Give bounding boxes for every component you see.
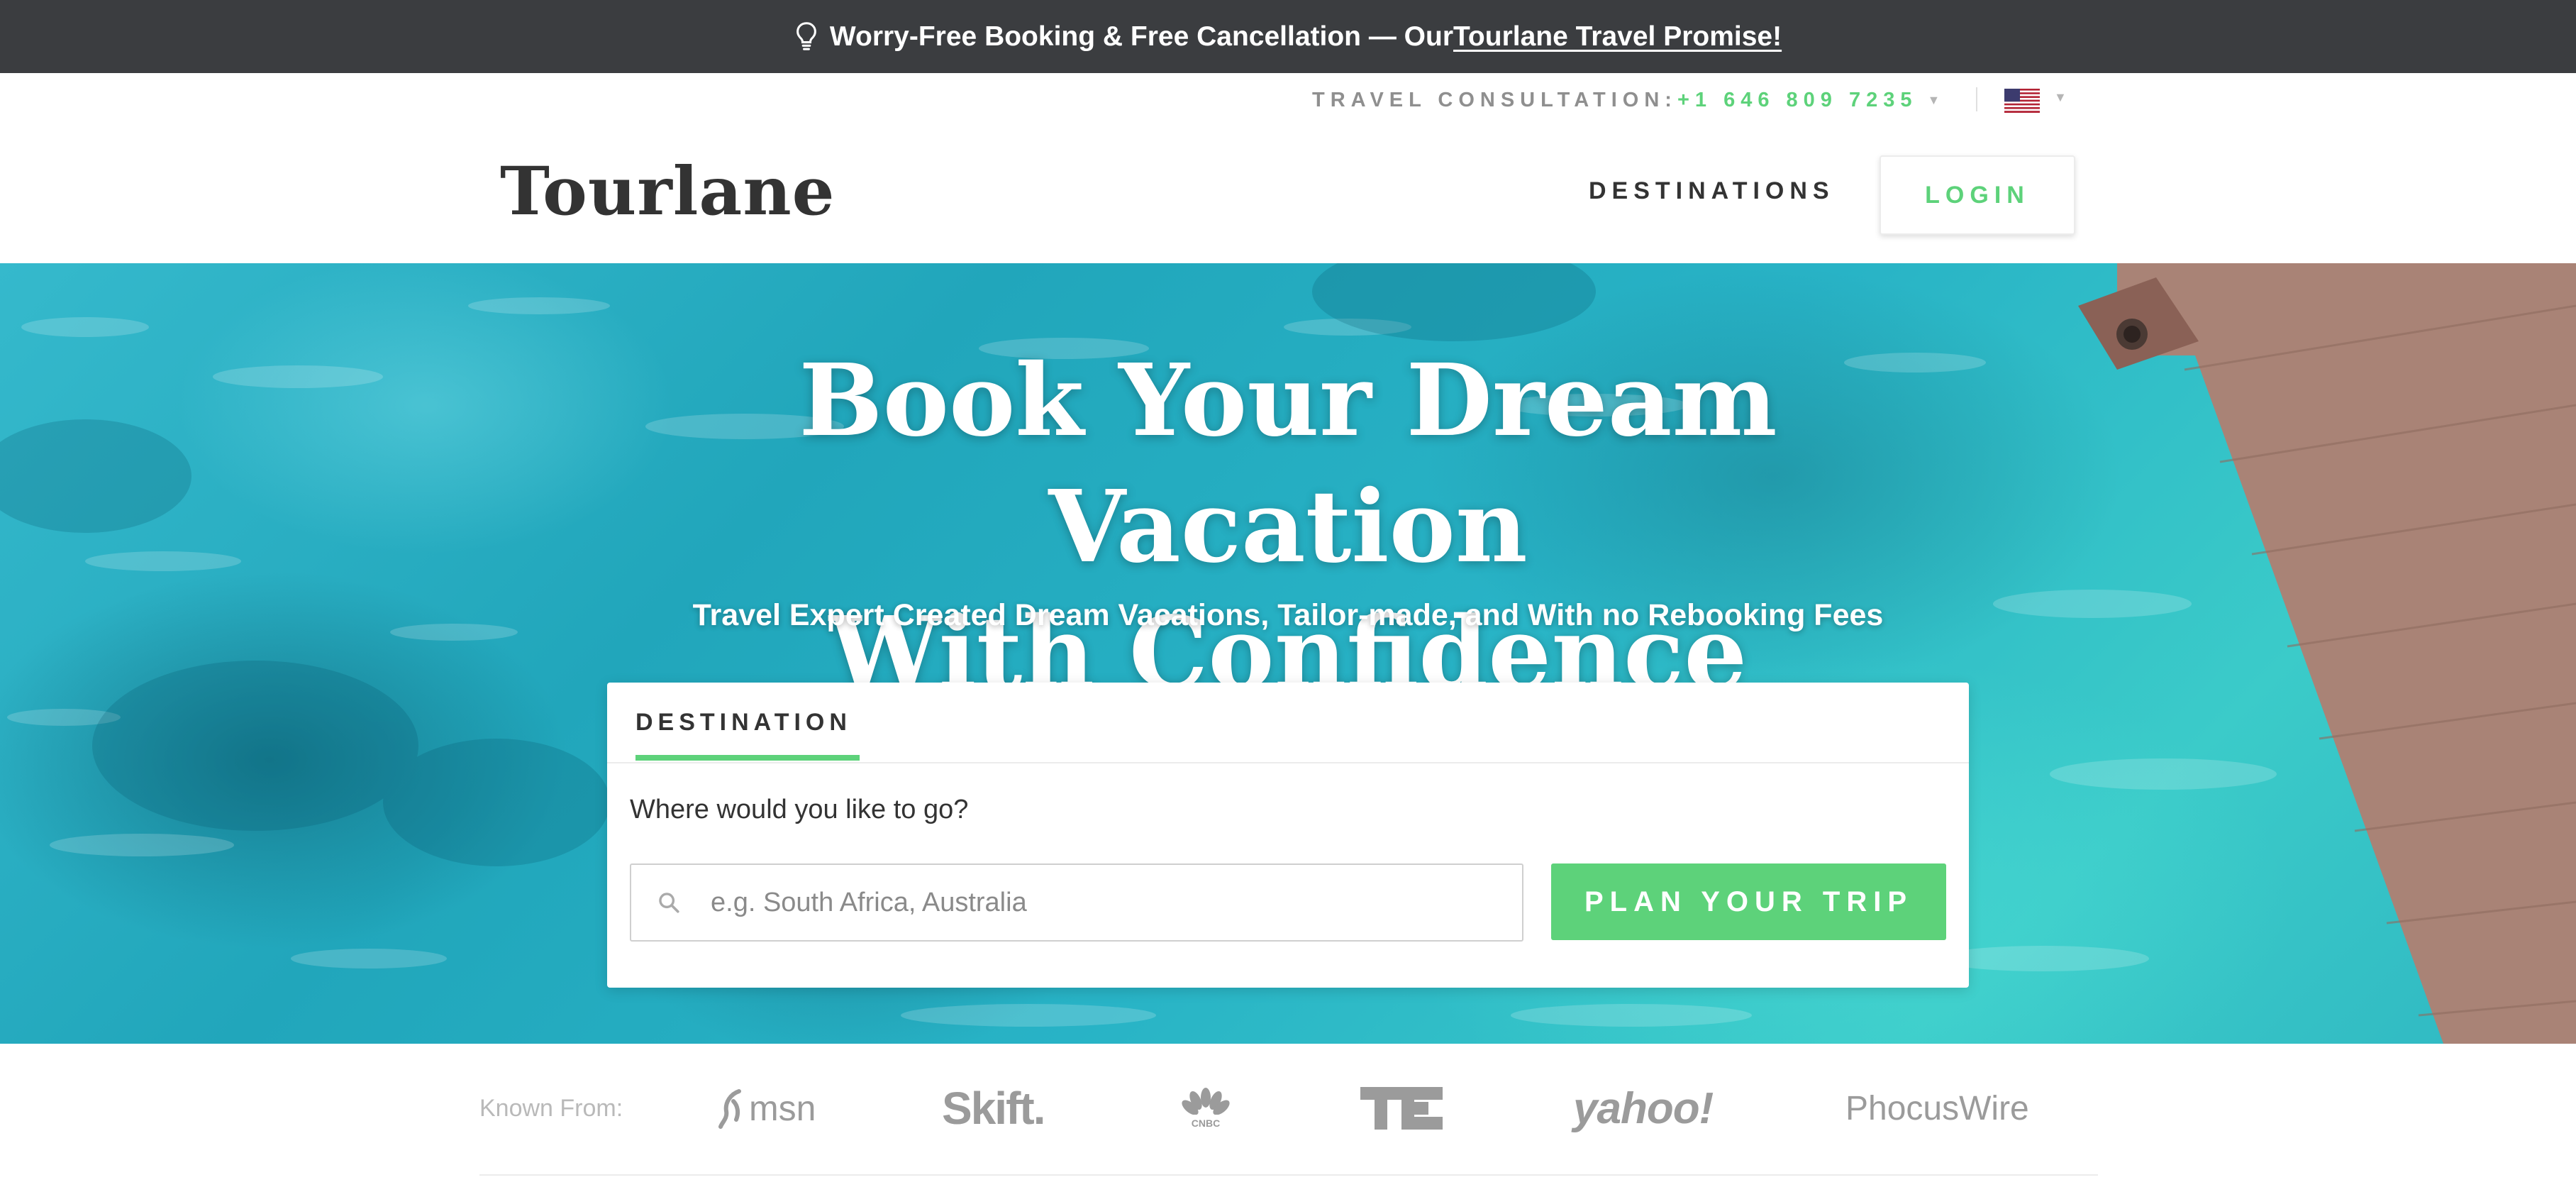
press-strip: Known From: msn Skift. CNBC yahoo! Phocu… [0,1044,2576,1192]
msn-butterfly-icon [718,1089,741,1129]
login-button[interactable]: LOGIN [1880,155,2075,235]
yahoo-logo: yahoo! [1573,1083,1714,1133]
site-header: Tourlane DESTINATIONS LOGIN [0,126,2576,263]
active-tab-indicator [635,755,860,761]
chevron-down-icon[interactable]: ▼ [1927,93,1940,108]
skift-logo-text: Skift. [942,1083,1045,1134]
tab-destination[interactable]: DESTINATION [635,683,860,762]
phocuswire-logo: PhocusWire [1845,1083,2029,1133]
phocuswire-logo-text: PhocusWire [1845,1089,2029,1127]
promo-bar: Worry-Free Booking & Free Cancellation —… [0,0,2576,73]
travel-consultation[interactable]: TRAVEL CONSULTATION: +1 646 809 7235 ▼ [1312,87,1940,113]
known-from-label: Known From: [479,1095,623,1122]
search-icon [659,893,679,913]
consultation-label: TRAVEL CONSULTATION: [1312,88,1677,111]
destination-search-field[interactable] [630,863,1523,942]
promo-link[interactable]: Tourlane Travel Promise! [1453,21,1782,53]
cnbc-peacock-icon [1182,1088,1230,1120]
hero-title-line1: Book Your Dream Vacation [799,343,1777,585]
us-flag-icon[interactable] [2004,89,2040,113]
search-input[interactable] [709,870,1492,935]
press-divider [479,1174,2098,1176]
hero-title: Book Your Dream Vacation With Confidence [579,338,1997,717]
chevron-down-icon[interactable]: ▼ [2054,90,2067,105]
msn-logo: msn [718,1083,816,1133]
hero-subtitle: Travel Expert Created Dream Vacations, T… [692,598,1884,632]
skift-logo: Skift. [942,1083,1045,1134]
tourlane-logo[interactable]: Tourlane [500,153,835,231]
promo-text: Worry-Free Booking & Free Cancellation —… [829,21,1453,52]
hero-section: Book Your Dream Vacation With Confidence… [0,263,2576,1044]
search-card: DESTINATION Where would you like to go? … [607,683,1969,988]
techcrunch-icon [1360,1087,1443,1130]
techcrunch-logo: TC [1360,1083,1443,1133]
msn-logo-text: msn [749,1088,816,1128]
search-tabs: DESTINATION [607,683,1969,763]
cnbc-logo: CNBC [1180,1083,1231,1133]
plan-your-trip-button[interactable]: PLAN YOUR TRIP [1551,863,1946,940]
cnbc-logo-text: CNBC [1191,1118,1221,1129]
nav-destinations[interactable]: DESTINATIONS [1589,177,1835,205]
utility-divider [1976,87,1977,111]
search-question: Where would you like to go? [630,795,969,824]
yahoo-logo-text: yahoo! [1573,1083,1714,1133]
consultation-phone[interactable]: +1 646 809 7235 [1677,89,1918,112]
lightbulb-icon [796,21,816,50]
utility-bar: TRAVEL CONSULTATION: +1 646 809 7235 ▼ ▼ [0,73,2576,127]
